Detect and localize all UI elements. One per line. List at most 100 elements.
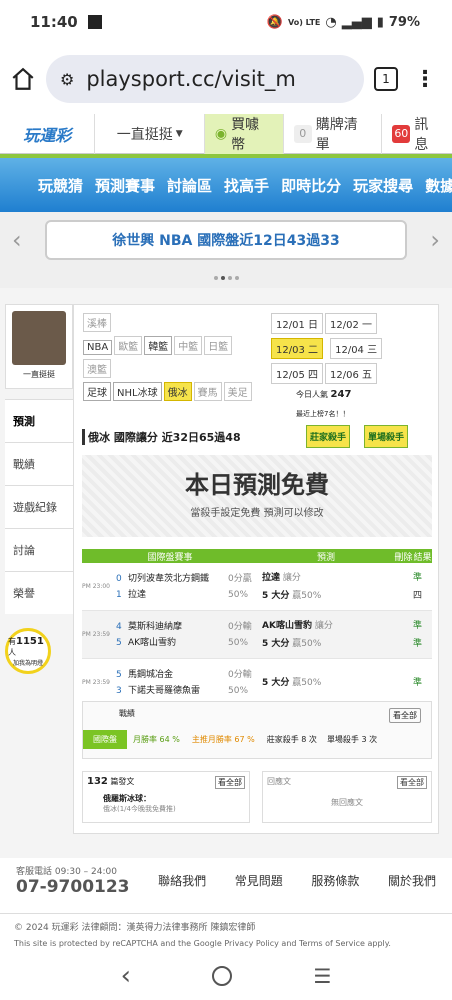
view-all-button[interactable]: 看全部 xyxy=(389,708,421,723)
col-predict: 預測 xyxy=(316,552,335,563)
site-logo[interactable]: 玩運彩 xyxy=(0,113,96,154)
side-tab-record[interactable]: 戰績 xyxy=(5,442,73,485)
url-text: playsport.cc/visit_m xyxy=(86,67,296,91)
follow-note: 加我為明燈 xyxy=(12,659,43,667)
prediction-table: 國際盤賽事 預測 刪除 結果 PM 23:00 01 切列波韋茨北方鋼鐵 拉達 0分贏 5… xyxy=(82,549,432,707)
league-tag[interactable]: 足球 xyxy=(83,382,111,401)
free-subtitle: 當殺手設定免費 預測可以修改 xyxy=(190,508,324,519)
announcement-box[interactable]: 徐世興 NBA 國際盤近12日43過33 xyxy=(45,220,407,260)
side-tab-games[interactable]: 遊戲紀錄 xyxy=(5,485,73,528)
post-count: 132 xyxy=(87,776,108,787)
posts-view-all[interactable]: 看全部 xyxy=(215,776,245,789)
side-tab-predict[interactable]: 預測 xyxy=(5,399,73,442)
cart-count: 0 xyxy=(293,124,312,143)
more-menu-icon[interactable]: ⋮ xyxy=(408,67,442,92)
team-away: 馬鋼城冶金 xyxy=(128,669,174,680)
team-away: 切列波韋茨北方鋼鐵 xyxy=(128,573,210,584)
footer-terms[interactable]: 服務條款 xyxy=(311,872,359,889)
league-tag[interactable]: NBA xyxy=(83,340,113,355)
tab-count-button[interactable]: 1 xyxy=(374,67,398,91)
main-nav: 玩競猜 預測賽事 討論區 找高手 即時比分 玩家搜尋 數據 xyxy=(0,154,452,212)
league-tag[interactable]: 美足 xyxy=(223,382,252,401)
buy-coin-button[interactable]: ◉ 買噱幣 xyxy=(204,113,284,154)
home-icon[interactable] xyxy=(10,66,36,92)
user-menu-label: 一直挺挺 xyxy=(116,126,173,143)
league-tag[interactable]: 澳籃 xyxy=(83,359,111,378)
url-field[interactable]: ⚙ playsport.cc/visit_m xyxy=(46,55,364,103)
team-home: 下諾夫哥羅德魚雷 xyxy=(128,685,201,696)
league-tag-selected[interactable]: 俄冰 xyxy=(163,382,192,401)
copyright: © 2024 玩運彩 法律顧問：漢英得力法律事務所 陳鎮宏律師 xyxy=(14,923,256,933)
table-row: PM 23:59 45 莫斯科迪納摩 AK喀山雪豹 0分輸 50% AK喀山雪豹 讓… xyxy=(82,611,432,659)
summary-market: 國際盤 xyxy=(83,729,127,749)
status-bar: 11:40 🔕 Vo) LTE ◔ ▂▄▆ ▮ 79% xyxy=(0,0,452,44)
pick-total: 5 大分 xyxy=(262,677,290,688)
chevron-left-icon[interactable]: ‹ xyxy=(12,226,22,254)
side-tab-honor[interactable]: 榮譽 xyxy=(5,571,73,614)
replies-view-all[interactable]: 看全部 xyxy=(397,776,427,789)
league-tag[interactable]: 韓籃 xyxy=(144,336,173,355)
chevron-right-icon[interactable]: › xyxy=(430,226,440,254)
buy-coin-label: 買噱幣 xyxy=(231,116,260,153)
wifi-icon: ◔ xyxy=(325,14,337,30)
result-mark: 準 xyxy=(413,677,423,688)
message-button[interactable]: 60 訊息 xyxy=(382,114,452,154)
phone-number[interactable]: 07-9700123 xyxy=(16,877,130,897)
top-nav: 玩運彩 一直挺挺 ▼ ◉ 買噱幣 0 購牌清單 60 訊息 xyxy=(0,113,452,154)
signal-icon: ▂▄▆ xyxy=(341,14,372,30)
record-title: 俄冰 國際讓分 近32日65過48 xyxy=(82,429,241,445)
league-tag[interactable]: 中籃 xyxy=(174,336,203,355)
league-tag[interactable]: NHL冰球 xyxy=(113,382,162,401)
message-count: 60 xyxy=(392,124,411,143)
nav-play[interactable]: 玩競猜 xyxy=(38,175,83,196)
footer-contact[interactable]: 聯絡我們 xyxy=(158,872,206,889)
pick-spread: AK喀山雪豹 xyxy=(262,620,312,631)
recents-icon[interactable]: ☰ xyxy=(313,964,331,988)
nav-scores[interactable]: 即時比分 xyxy=(281,175,341,196)
league-tag[interactable]: 歐籃 xyxy=(114,336,143,355)
android-nav-bar: ‹ ☰ xyxy=(0,952,452,1000)
col-match: 國際盤賽事 xyxy=(147,552,193,563)
profile-sidebar: 一直挺挺 預測 戰績 遊戲紀錄 討論 榮譽 有1151人 加我為明燈 xyxy=(5,304,73,674)
follow-badge[interactable]: 有1151人 加我為明燈 xyxy=(5,628,51,674)
announcement-text: 徐世興 NBA 國際盤近12日43過33 xyxy=(112,233,340,249)
site-settings-icon[interactable]: ⚙ xyxy=(60,70,74,89)
match-time: PM 23:59 xyxy=(82,631,110,638)
nav-search[interactable]: 玩家搜尋 xyxy=(353,175,413,196)
nav-predict[interactable]: 預測賽事 xyxy=(95,175,155,196)
league-tag[interactable]: 賽馬 xyxy=(193,382,222,401)
date-tab[interactable]: 12/05 四 xyxy=(271,363,323,384)
notification-icon xyxy=(87,15,102,29)
date-tab-selected[interactable]: 12/03 二 xyxy=(271,338,323,359)
league-tag[interactable]: 日籃 xyxy=(204,336,233,355)
browser-toolbar: ⚙ playsport.cc/visit_m 1 ⋮ xyxy=(0,44,452,114)
footer-about[interactable]: 關於我們 xyxy=(388,872,436,889)
user-menu[interactable]: 一直挺挺 ▼ xyxy=(95,113,205,154)
result-mark: 準 xyxy=(413,620,423,631)
battery-level: 79% xyxy=(388,14,420,30)
banker-killer-badge: 莊家殺手 xyxy=(306,425,351,448)
league-tag[interactable]: 溪棒 xyxy=(83,313,111,332)
cart-button[interactable]: 0 購牌清單 xyxy=(284,113,383,154)
date-tab[interactable]: 12/01 日 xyxy=(271,313,323,334)
message-label: 訊息 xyxy=(414,116,429,153)
coin-icon: ◉ xyxy=(214,125,228,142)
replies-box: 回應文 看全部 無回應文 xyxy=(262,771,432,823)
post-item[interactable]: 俄羅斯冰球： 俄冰(1/4今晚我免費推) xyxy=(87,793,245,814)
pick-total: 5 大分 xyxy=(262,638,290,649)
nav-forum[interactable]: 討論區 xyxy=(167,175,212,196)
follow-count: 1151 xyxy=(16,635,44,647)
side-tab-discuss[interactable]: 討論 xyxy=(5,528,73,571)
nav-data[interactable]: 數據 xyxy=(425,175,452,196)
date-tab[interactable]: 12/04 三 xyxy=(330,338,383,359)
back-icon[interactable]: ‹ xyxy=(121,961,131,991)
date-tab[interactable]: 12/02 一 xyxy=(325,313,377,334)
footer-faq[interactable]: 常見問題 xyxy=(235,872,283,889)
date-tab[interactable]: 12/06 五 xyxy=(325,363,377,384)
team-away: 莫斯科迪納摩 xyxy=(128,621,183,632)
home-circle-icon[interactable] xyxy=(212,966,233,986)
legal-text: © 2024 玩運彩 法律顧問：漢英得力法律事務所 陳鎮宏律師 This sit… xyxy=(0,913,452,952)
avatar[interactable] xyxy=(12,311,66,365)
nav-experts[interactable]: 找高手 xyxy=(224,175,269,196)
profile-name: 一直挺挺 xyxy=(23,370,55,379)
